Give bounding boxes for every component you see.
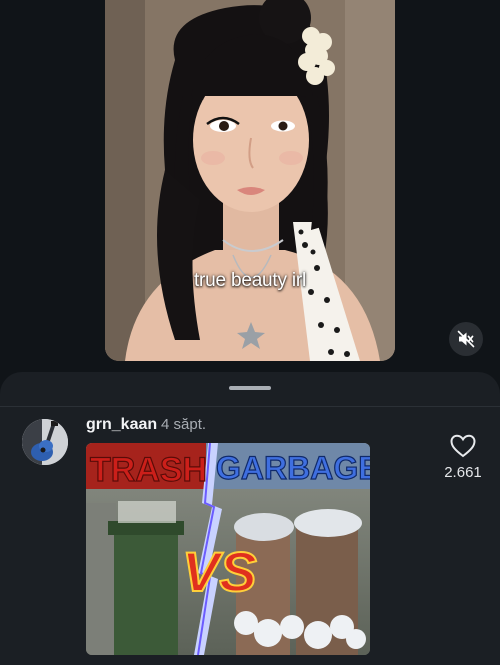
comment-time: 4 săpt. — [161, 416, 207, 433]
comments-sheet: grn_kaan 4 săpt. TRASH GARBAGE VS 2.661 — [0, 372, 500, 665]
mute-button[interactable] — [449, 322, 483, 356]
comment-gif[interactable]: TRASH GARBAGE VS — [86, 443, 370, 655]
video-caption: true beauty irl — [193, 270, 307, 291]
divider — [0, 406, 500, 407]
user-avatar[interactable] — [22, 419, 68, 465]
sheet-drag-handle[interactable] — [229, 386, 271, 390]
like-count: 2.661 — [444, 464, 482, 481]
gif-vs-text: VS — [182, 540, 257, 603]
trash-vs-garbage-image: TRASH GARBAGE VS — [86, 443, 370, 655]
heart-outline-icon[interactable] — [450, 434, 476, 458]
gif-right-word: GARBAGE — [216, 450, 370, 486]
comment-username[interactable]: grn_kaan — [86, 416, 157, 434]
speaker-muted-icon — [457, 330, 475, 348]
guitar-avatar — [22, 419, 68, 465]
video-player[interactable]: true beauty irl — [105, 0, 395, 361]
app-screen: true beauty irl grn_kaan 4 săpt. TRASH G… — [0, 0, 500, 665]
gif-left-word: TRASH — [90, 451, 207, 489]
video-frame — [105, 0, 395, 361]
